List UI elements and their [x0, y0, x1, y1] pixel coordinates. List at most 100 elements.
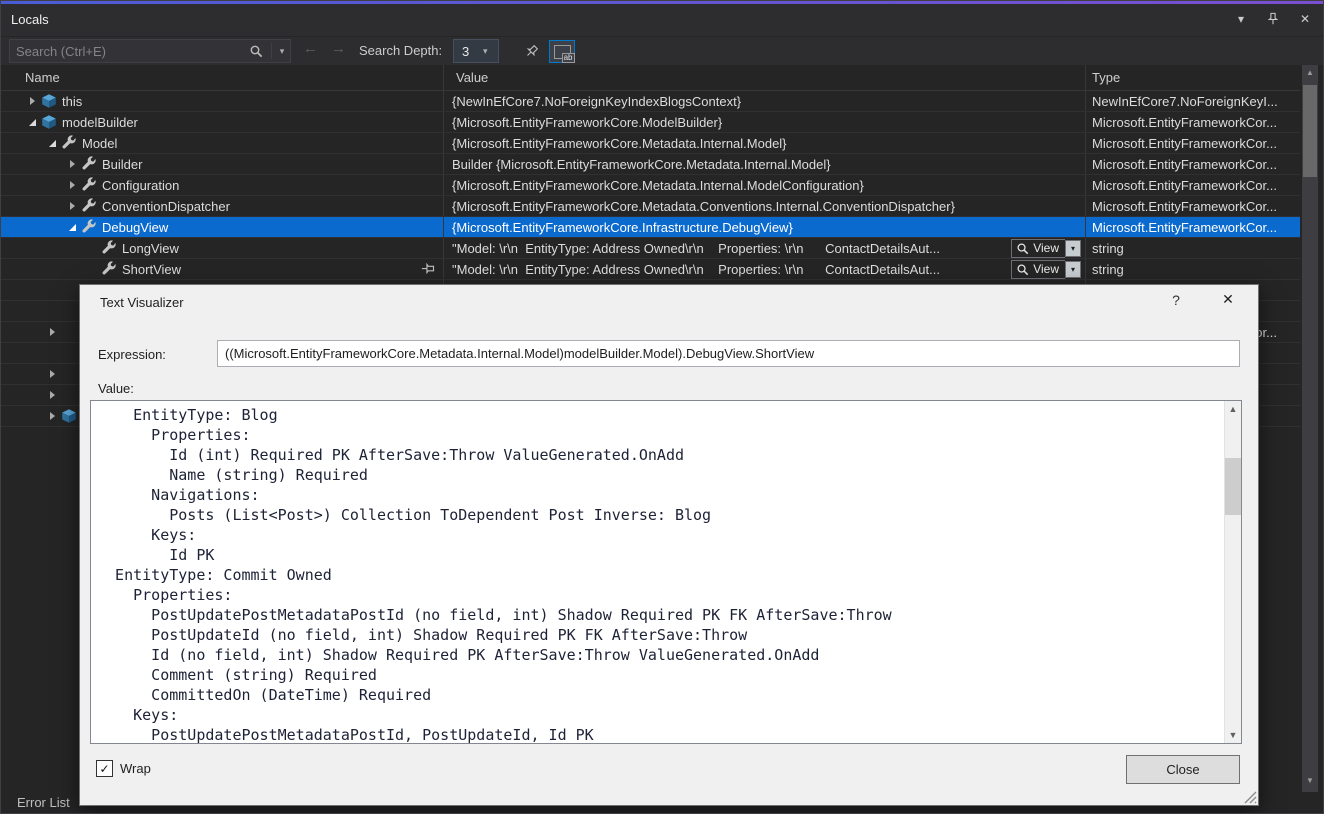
wrap-label: Wrap	[120, 761, 151, 776]
variable-name: DebugView	[102, 220, 168, 235]
variable-value: Builder {Microsoft.EntityFrameworkCore.M…	[452, 157, 1081, 172]
variable-name: ConventionDispatcher	[102, 199, 230, 214]
vertical-scrollbar[interactable]: ▲ ▼ ▼	[1302, 65, 1318, 813]
search-separator	[271, 43, 272, 59]
variable-name: modelBuilder	[62, 115, 138, 130]
search-forward-icon[interactable]: →	[331, 40, 346, 57]
search-input[interactable]	[10, 44, 249, 59]
magnifier-icon	[1016, 263, 1029, 276]
row-configuration[interactable]: Configuration {Microsoft.EntityFramework…	[1, 175, 1300, 196]
expander-icon[interactable]	[25, 119, 39, 126]
row-builder[interactable]: Builder Builder {Microsoft.EntityFramewo…	[1, 154, 1300, 175]
textarea-scrollbar[interactable]: ▲ ▼	[1224, 401, 1241, 743]
property-icon	[101, 261, 117, 277]
expander-icon[interactable]	[45, 140, 59, 147]
resize-grip[interactable]	[1241, 788, 1257, 804]
close-window-icon[interactable]: ✕	[1297, 11, 1313, 27]
scroll-down-icon[interactable]: ▼	[1302, 776, 1318, 785]
expander-icon[interactable]	[45, 370, 59, 378]
variable-type: Microsoft.EntityFrameworkCor...	[1092, 157, 1277, 172]
pin-value-icon[interactable]	[419, 261, 435, 277]
expander-icon[interactable]	[65, 160, 79, 168]
checkbox-box[interactable]: ✓	[96, 760, 113, 777]
text-visualizer-toggle-icon: ab	[554, 45, 571, 59]
expander-icon[interactable]	[45, 391, 59, 399]
scroll-up-icon[interactable]: ▲	[1302, 68, 1318, 77]
view-button[interactable]: View	[1011, 239, 1065, 258]
variable-value: {Microsoft.EntityFrameworkCore.Metadata.…	[452, 199, 1081, 214]
variable-value: {Microsoft.EntityFrameworkCore.Metadata.…	[452, 136, 1081, 151]
variable-name: Builder	[102, 157, 142, 172]
value-text-area[interactable]: EntityType: Blog Properties: Id (int) Re…	[90, 400, 1242, 744]
variable-value: {NewInEfCore7.NoForeignKeyIndexBlogsCont…	[452, 94, 1081, 109]
variable-type: Microsoft.EntityFrameworkCor...	[1092, 136, 1277, 151]
locals-window: Locals ▾ ✕ ▾ ← → Search Depth: 3 ▾ ab	[0, 0, 1324, 814]
row-this[interactable]: this {NewInEfCore7.NoForeignKeyIndexBlog…	[1, 91, 1300, 112]
scroll-up-icon[interactable]: ▲	[1225, 404, 1241, 414]
wrap-checkbox[interactable]: ✓ Wrap	[96, 760, 151, 777]
property-icon	[81, 177, 97, 193]
row-model[interactable]: Model {Microsoft.EntityFrameworkCore.Met…	[1, 133, 1300, 154]
scrollbar-thumb[interactable]	[1303, 85, 1317, 177]
row-longview[interactable]: LongView "Model: \r\n EntityType: Addres…	[1, 238, 1300, 259]
pin-window-icon[interactable]	[1265, 11, 1281, 27]
search-dropdown-icon[interactable]: ▾	[274, 46, 290, 57]
variable-type: Microsoft.EntityFrameworkCor...	[1092, 199, 1277, 214]
text-visualizer-dialog: Text Visualizer ? ✕ Expression: Value: E…	[79, 284, 1259, 806]
property-icon	[81, 198, 97, 214]
variable-value: {Microsoft.EntityFrameworkCore.Infrastru…	[452, 220, 1081, 235]
text-visualizer-toggle-button[interactable]: ab	[549, 40, 575, 63]
grid-header: Name Value Type	[1, 65, 1300, 91]
view-dropdown-icon[interactable]: ▾	[1065, 240, 1081, 257]
magnifier-icon	[1016, 242, 1029, 255]
variable-name: Configuration	[102, 178, 179, 193]
column-header-value[interactable]: Value	[444, 65, 1086, 90]
expander-icon[interactable]	[25, 97, 39, 105]
variable-value: "Model: \r\n EntityType: Address Owned\r…	[452, 262, 1011, 277]
scroll-down-icon[interactable]: ▼	[1225, 730, 1241, 740]
variable-name: Model	[82, 136, 117, 151]
variable-type: Microsoft.EntityFrameworkCor...	[1092, 178, 1277, 193]
scrollbar-thumb[interactable]	[1225, 458, 1241, 515]
expression-input[interactable]	[217, 340, 1240, 367]
search-depth-combobox[interactable]: 3 ▾	[453, 39, 499, 63]
view-dropdown-icon[interactable]: ▾	[1065, 261, 1081, 278]
row-debugview[interactable]: DebugView {Microsoft.EntityFrameworkCore…	[1, 217, 1300, 238]
column-header-type[interactable]: Type	[1086, 65, 1300, 90]
variable-type: Microsoft.EntityFrameworkCor...	[1092, 220, 1277, 235]
variable-name: ShortView	[122, 262, 181, 277]
row-shortview[interactable]: ShortView "Model: \r\n EntityType: Addre…	[1, 259, 1300, 280]
property-icon	[81, 156, 97, 172]
object-icon	[61, 408, 77, 424]
error-list-tab[interactable]: Error List	[17, 795, 70, 810]
object-icon	[41, 114, 57, 130]
variable-type: NewInEfCore7.NoForeignKeyI...	[1092, 94, 1278, 109]
view-button[interactable]: View	[1011, 260, 1065, 279]
row-modelbuilder[interactable]: modelBuilder {Microsoft.EntityFrameworkC…	[1, 112, 1300, 133]
row-conventiondispatcher[interactable]: ConventionDispatcher {Microsoft.EntityFr…	[1, 196, 1300, 217]
expander-icon[interactable]	[65, 202, 79, 210]
variable-type: string	[1092, 241, 1124, 256]
search-box[interactable]: ▾	[9, 39, 291, 63]
pin-to-source-icon	[520, 41, 541, 62]
expander-icon[interactable]	[45, 328, 59, 336]
expander-icon[interactable]	[65, 224, 79, 231]
close-button[interactable]: Close	[1126, 755, 1240, 784]
expression-label: Expression:	[98, 347, 166, 362]
window-position-chevron-icon[interactable]: ▾	[1233, 11, 1249, 27]
titlebar[interactable]: Locals ▾ ✕	[1, 4, 1323, 36]
column-header-name[interactable]: Name	[1, 65, 444, 90]
help-icon[interactable]: ?	[1166, 292, 1186, 312]
locals-toolbar: ▾ ← → Search Depth: 3 ▾ ab	[1, 37, 1323, 65]
value-label: Value:	[98, 381, 134, 396]
expander-icon[interactable]	[45, 412, 59, 420]
dialog-close-icon[interactable]: ✕	[1216, 291, 1240, 311]
pin-to-source-button[interactable]	[518, 40, 544, 63]
search-back-icon[interactable]: ←	[303, 40, 318, 57]
depth-dropdown-icon[interactable]: ▾	[483, 46, 498, 57]
search-icon[interactable]	[249, 44, 269, 59]
object-icon	[41, 93, 57, 109]
variable-type: Microsoft.EntityFrameworkCor...	[1092, 115, 1277, 130]
expander-icon[interactable]	[65, 181, 79, 189]
window-title: Locals	[11, 12, 49, 27]
